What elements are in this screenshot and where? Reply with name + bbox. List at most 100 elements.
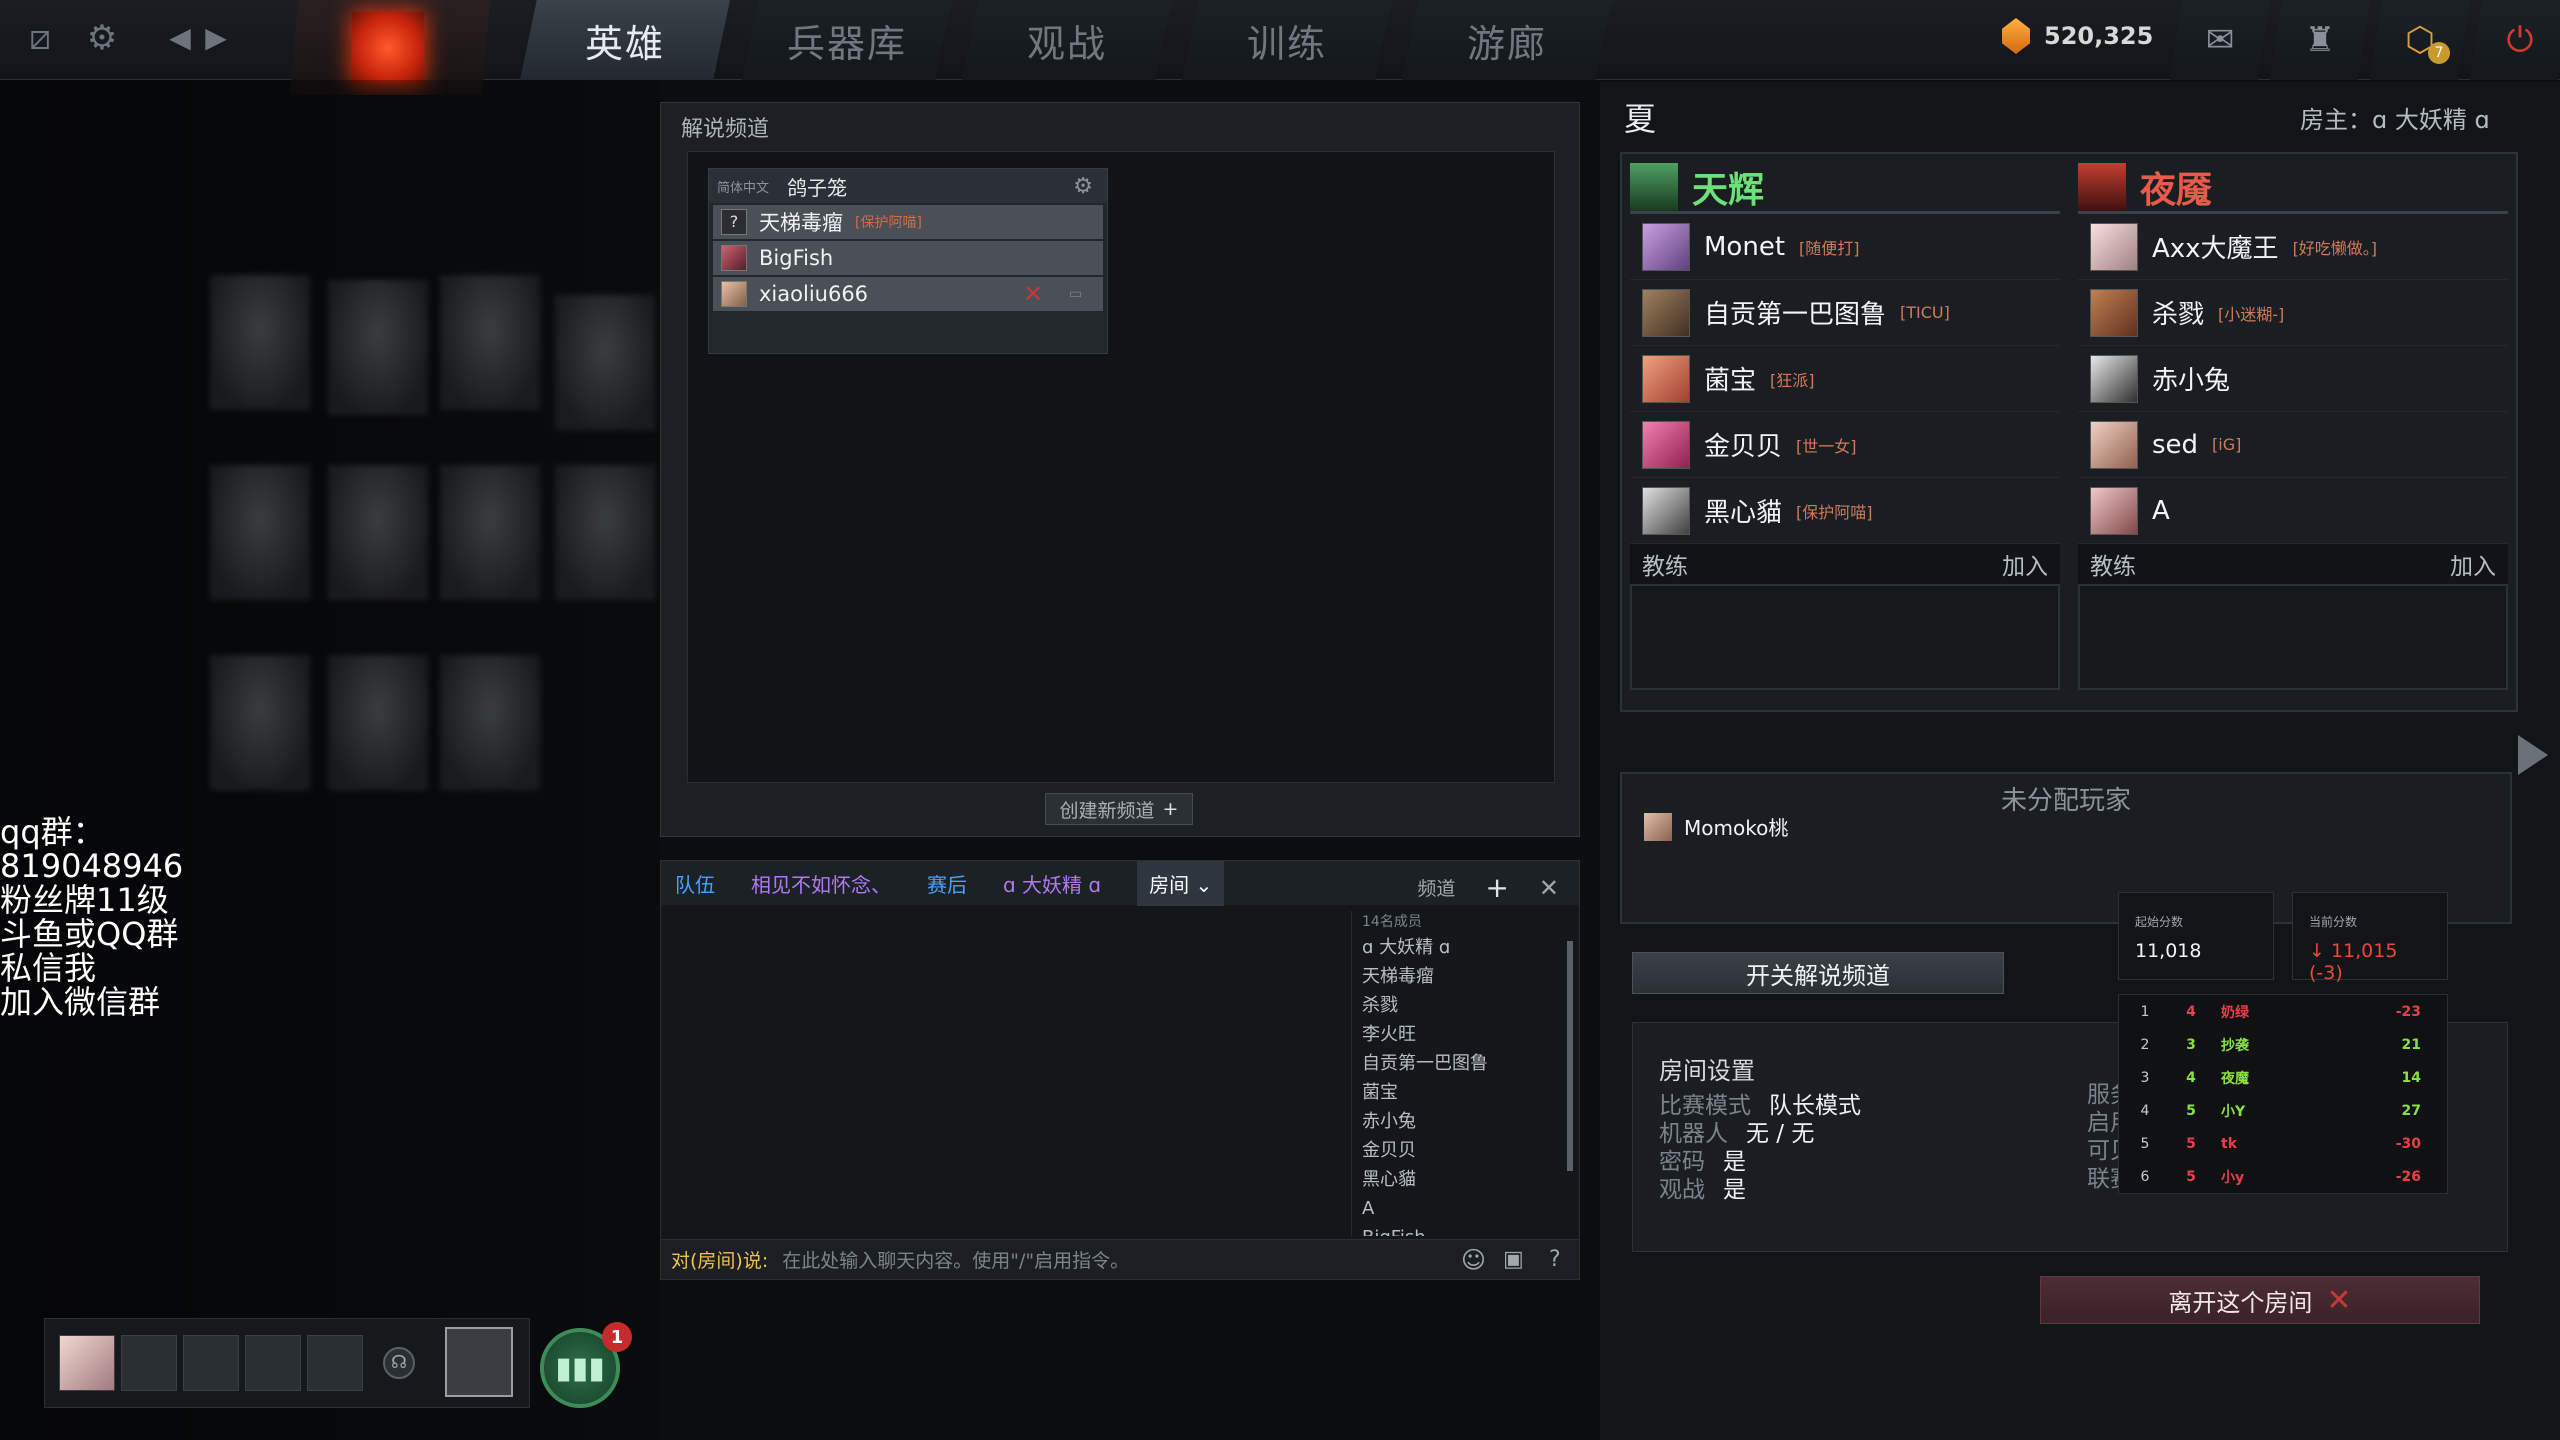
forward-arrow-icon[interactable]: ▶	[196, 18, 236, 58]
radiant-player[interactable]: 金贝贝 [世一女]	[1630, 412, 2060, 478]
party-slot-empty[interactable]	[183, 1335, 239, 1391]
player-avatar	[1644, 812, 1672, 841]
party-slot-empty[interactable]	[245, 1335, 301, 1391]
image-icon[interactable]: ▣	[1503, 1247, 1524, 1272]
join-coach-button[interactable]: 加入	[2450, 547, 2496, 581]
party-slot-empty[interactable]	[307, 1335, 363, 1391]
mail-button[interactable]: ✉	[2170, 0, 2270, 80]
tab-watch[interactable]: 观战	[962, 0, 1172, 80]
party-slot-empty[interactable]	[121, 1335, 177, 1391]
camera-icon[interactable]: ▭	[1069, 286, 1082, 302]
chat-member[interactable]: 杀戮	[1362, 991, 1571, 1020]
mail-icon: ✉	[2205, 20, 2235, 60]
dire-player[interactable]: 杀戮 [小迷糊-]	[2078, 280, 2508, 346]
chat-member[interactable]: 天梯毒瘤	[1362, 962, 1571, 991]
chat-tab-room[interactable]: 房间 ⌄	[1137, 860, 1225, 906]
tab-learn[interactable]: 训练	[1182, 0, 1392, 80]
chat-input-bar[interactable]: 对(房间)说: 在此处输入聊天内容。使用"/"启用指令。 ☺ ▣ ?	[661, 1239, 1579, 1279]
radiant-emblem-icon	[1630, 162, 1678, 211]
row-name: 小Y	[2221, 1103, 2246, 1120]
radiant-coach-slot[interactable]	[1630, 584, 2060, 690]
shards-currency[interactable]: 520,325	[2002, 18, 2153, 54]
chat-input-field[interactable]: 在此处输入聊天内容。使用"/"启用指令。	[782, 1246, 1129, 1273]
row-delta: -26	[2395, 1168, 2421, 1185]
create-channel-button[interactable]: 创建新频道 +	[1045, 793, 1193, 825]
player-name: 菌宝	[1704, 366, 1757, 396]
power-button[interactable]: ⏻	[2470, 0, 2560, 80]
radiant-player[interactable]: 菌宝 [狂派]	[1630, 346, 2060, 412]
chat-tab-whisper[interactable]: 相见不如怀念、	[751, 869, 891, 898]
mute-x-icon[interactable]: ✕	[1023, 280, 1043, 308]
channel-settings-gear-icon[interactable]: ⚙	[1073, 174, 1093, 199]
commentary-title: 解说频道	[681, 117, 770, 142]
channels-button[interactable]: 频道	[1417, 874, 1455, 901]
score-row: 6 5 小y -26	[2119, 1160, 2447, 1193]
close-chat-icon[interactable]: ✕	[1539, 874, 1559, 902]
dire-emblem-icon	[2078, 162, 2126, 211]
overlay-line: qq群：	[0, 813, 105, 851]
hero-card	[440, 655, 540, 790]
channel-language: 简体中文	[717, 180, 770, 196]
shard-gem-icon	[2002, 18, 2030, 54]
inventory-button[interactable]: ♜	[2270, 0, 2370, 80]
channel-member[interactable]: ? 天梯毒瘤 [保护阿喵]	[713, 205, 1103, 239]
expand-panel-arrow-icon[interactable]	[2518, 735, 2548, 775]
tab-heroes[interactable]: 英雄	[520, 0, 730, 80]
teams-panel: 天辉 Monet [随便打] 自贡第一巴图鲁 [TICU] 菌宝 [狂派] 金贝…	[1620, 152, 2518, 712]
chat-member[interactable]: 黑心貓	[1362, 1165, 1571, 1194]
overlay-line: 加入微信群	[0, 983, 161, 1021]
join-coach-button[interactable]: 加入	[2002, 547, 2048, 581]
chat-member[interactable]: ɑ 大妖精 ɑ	[1362, 933, 1571, 962]
chat-member[interactable]: 自贡第一巴图鲁	[1362, 1049, 1571, 1078]
commentary-channel[interactable]: 简体中文 鸽子笼 ⚙ ? 天梯毒瘤 [保护阿喵] BigFish xiaoliu…	[708, 168, 1108, 354]
player-avatar	[1642, 486, 1690, 535]
player-avatar	[1642, 222, 1690, 271]
chat-member[interactable]: 李火旺	[1362, 1020, 1571, 1049]
back-arrow-icon[interactable]: ◀	[160, 18, 200, 58]
tab-arcade[interactable]: 游廊	[1402, 0, 1612, 80]
radiant-player[interactable]: 黑心貓 [保护阿喵]	[1630, 478, 2060, 544]
tab-armory[interactable]: 兵器库	[742, 0, 952, 80]
dire-player[interactable]: 赤小兔	[2078, 346, 2508, 412]
dire-player[interactable]: A	[2078, 478, 2508, 544]
chat-tab-postgame[interactable]: 赛后	[927, 869, 967, 898]
emoji-icon[interactable]: ☺	[1461, 1246, 1486, 1274]
row-delta: -23	[2395, 1003, 2421, 1020]
chat-member[interactable]: A	[1362, 1194, 1571, 1223]
start-score-label: 起始分数	[2135, 915, 2184, 929]
add-channel-plus-icon[interactable]: +	[1485, 871, 1508, 904]
rank-medal-icon[interactable]	[445, 1327, 513, 1397]
radiant-header: 天辉	[1630, 162, 2060, 214]
channel-member[interactable]: BigFish	[713, 241, 1103, 275]
setting-value: 是	[1723, 1177, 1746, 1203]
voice-headset-icon[interactable]: ☊	[383, 1347, 415, 1379]
battle-pass-button[interactable]: ⬡ 7	[2370, 0, 2470, 80]
help-icon[interactable]: ?	[1549, 1247, 1561, 1272]
leave-room-label: 离开这个房间	[2168, 1288, 2313, 1317]
start-score-value: 11,018	[2135, 940, 2202, 962]
row-rank: 6	[2140, 1168, 2150, 1185]
dire-player[interactable]: sed [iG]	[2078, 412, 2508, 478]
dire-coach-slot[interactable]	[2078, 584, 2508, 690]
channel-member[interactable]: xiaoliu666 ✕ ▭	[713, 277, 1103, 311]
row-delta: 21	[2401, 1036, 2421, 1053]
radiant-player[interactable]: Monet [随便打]	[1630, 214, 2060, 280]
dire-player[interactable]: Axx大魔王 [好吃懒做。]	[2078, 214, 2508, 280]
chat-tab-private[interactable]: ɑ 大妖精 ɑ	[1003, 869, 1101, 898]
chat-tab-team[interactable]: 队伍	[675, 869, 715, 898]
chat-member[interactable]: BigFish	[1362, 1223, 1571, 1236]
settings-gear-icon[interactable]: ⚙	[82, 18, 122, 58]
chat-member[interactable]: 金贝贝	[1362, 1136, 1571, 1165]
chat-member[interactable]: 菌宝	[1362, 1078, 1571, 1107]
unassigned-player[interactable]: Momoko桃	[1644, 812, 1788, 841]
chat-member[interactable]: 赤小兔	[1362, 1107, 1571, 1136]
party-avatar-self[interactable]	[59, 1335, 115, 1391]
overlay-line: 819048946	[0, 847, 184, 885]
toggle-commentary-button[interactable]: 开关解说频道	[1632, 952, 2004, 994]
radiant-player[interactable]: 自贡第一巴图鲁 [TICU]	[1630, 280, 2060, 346]
member-list-scrollbar[interactable]	[1567, 941, 1573, 1171]
player-avatar	[2090, 222, 2138, 271]
leave-room-button[interactable]: 离开这个房间 ✕	[2040, 1276, 2480, 1324]
dota-menu-icon[interactable]: ⧄	[20, 18, 60, 58]
chat-member-list: 14名成员 ɑ 大妖精 ɑ 天梯毒瘤 杀戮 李火旺 自贡第一巴图鲁 菌宝 赤小兔…	[1351, 911, 1571, 1236]
